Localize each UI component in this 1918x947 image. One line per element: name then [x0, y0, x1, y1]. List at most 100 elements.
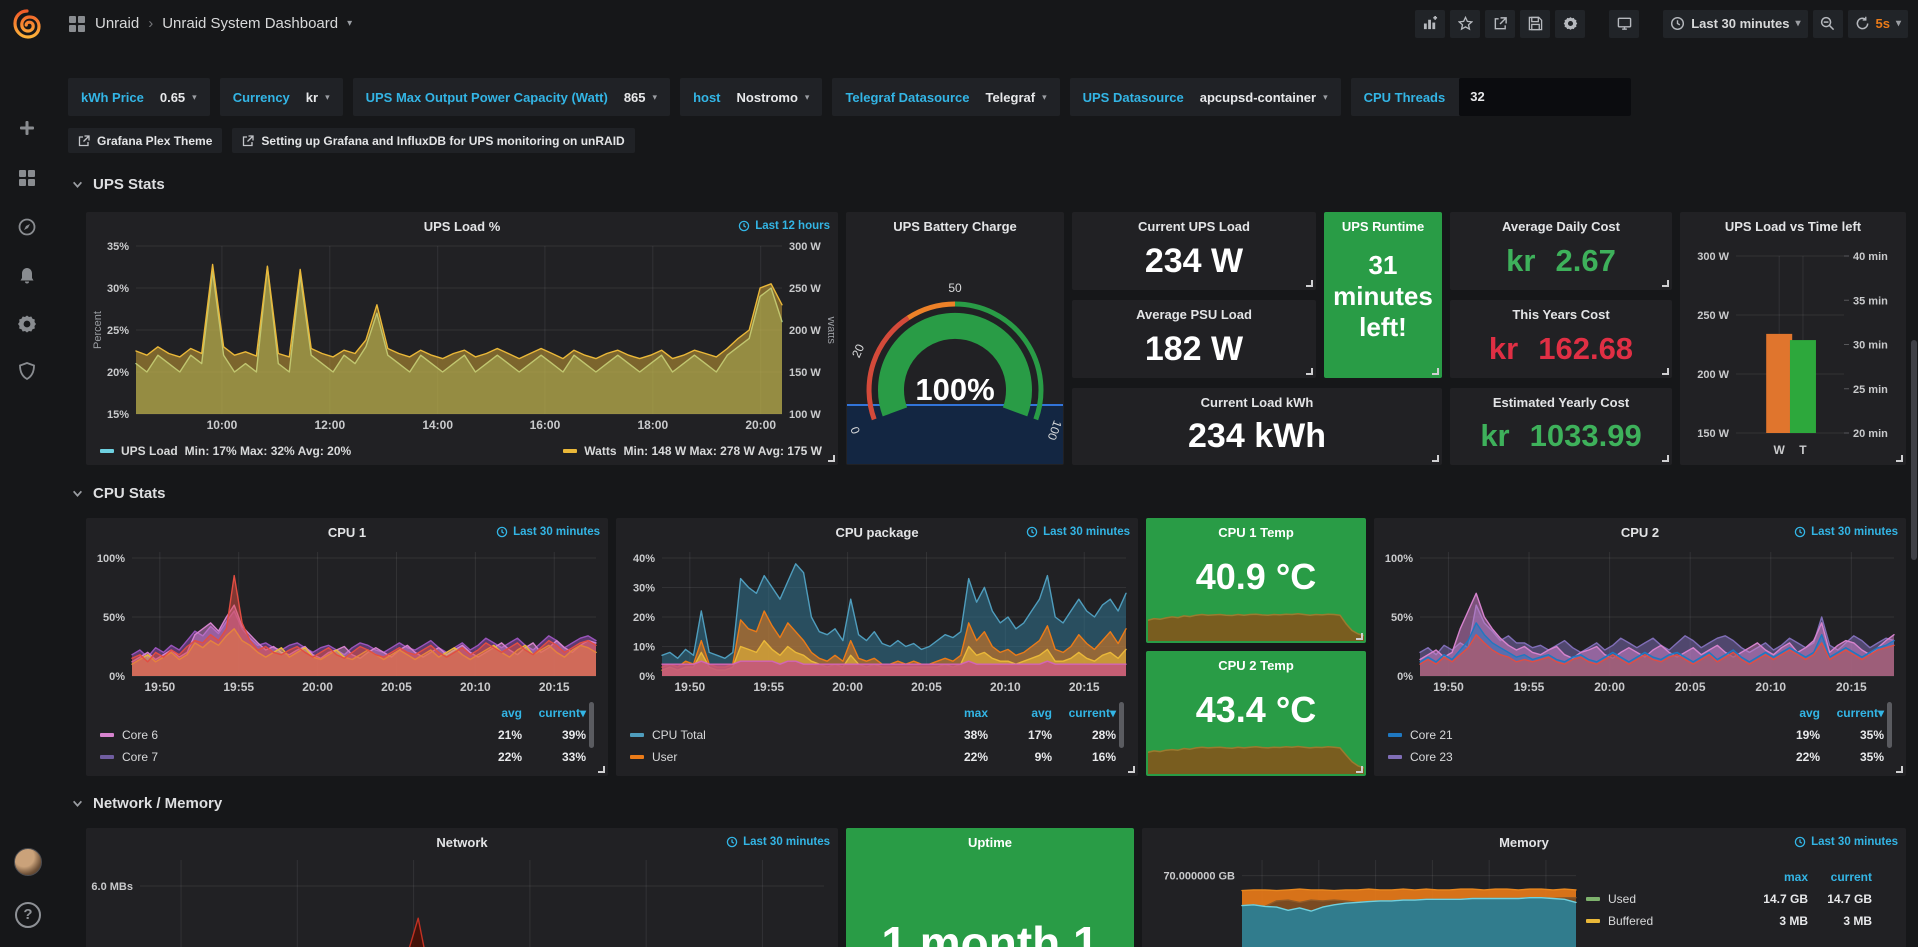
cpu1-legend: avgcurrent▾ Core 621%39%Core 722%33% [100, 702, 586, 768]
legend-row[interactable]: Used14.7 GB14.7 GB [1586, 888, 1872, 910]
panel-title[interactable]: Estimated Yearly Cost [1450, 395, 1672, 410]
panel-title[interactable]: Uptime [846, 835, 1134, 850]
panel-cpu2-temp: CPU 2 Temp 43.4 °C [1146, 651, 1366, 776]
legend-row[interactable]: CPU Total38%17%28% [630, 724, 1116, 746]
time-range-picker[interactable]: Last 30 minutes ▾ [1663, 10, 1807, 38]
legend-item[interactable]: Watts Min: 148 W Max: 278 W Avg: 175 W [563, 444, 822, 458]
create-plus-icon[interactable] [17, 118, 37, 138]
stat-value: 1 month 1 [846, 916, 1134, 947]
variable-telegraf-datasource[interactable]: Telegraf Datasource Telegraf ▾ [832, 78, 1059, 116]
panel-title[interactable]: UPS Load vs Time left [1680, 219, 1906, 234]
cycle-view-mode-button[interactable] [1609, 10, 1639, 38]
legend-row[interactable]: Core 621%39% [100, 724, 586, 746]
explore-compass-icon[interactable] [17, 217, 37, 237]
star-dashboard-button[interactable] [1450, 10, 1480, 38]
currency-symbol: kr [1506, 243, 1535, 279]
refresh-caret: ▾ [1896, 18, 1901, 29]
row-header-network-memory[interactable]: Network / Memory [72, 795, 222, 812]
svg-text:15%: 15% [107, 409, 129, 421]
breadcrumb-dashboard-title[interactable]: Unraid System Dashboard [162, 15, 338, 32]
cost-amount: 2.67 [1555, 243, 1615, 279]
svg-text:20:05: 20:05 [381, 680, 412, 694]
dashboard-links-row: Grafana Plex Theme Setting up Grafana an… [68, 128, 635, 153]
svg-text:20%: 20% [633, 612, 655, 624]
grafana-dashboard: { "topnav": { "breadcrumb": {"folder": "… [0, 0, 1918, 947]
refresh-picker[interactable]: 5s ▾ [1848, 10, 1909, 38]
legend-item[interactable]: UPS Load Min: 17% Max: 32% Avg: 20% [100, 444, 351, 458]
panel-title[interactable]: UPS Runtime [1324, 219, 1442, 234]
legend-column-header[interactable]: current [1808, 870, 1872, 884]
panel-cpu1-graph: CPU 1 Last 30 minutes 19:5019:5520:0020:… [86, 518, 608, 776]
save-dashboard-button[interactable] [1520, 10, 1550, 38]
panel-title[interactable]: CPU 2 Temp [1146, 658, 1366, 673]
memory-chart: 70.000000 GB60.000000 GB50.000000 GB [1146, 852, 1586, 947]
panel-title[interactable]: This Years Cost [1450, 307, 1672, 322]
dashboard-settings-button[interactable] [1555, 10, 1585, 38]
stat-value: 43.4 °C [1146, 689, 1366, 731]
alerting-bell-icon[interactable] [17, 266, 37, 286]
variable-ups-datasource[interactable]: UPS Datasource apcupsd-container ▾ [1070, 78, 1341, 116]
panel-title[interactable]: Memory [1142, 835, 1906, 850]
top-navbar: Unraid › Unraid System Dashboard ▾ Last … [54, 0, 1918, 47]
panel-title[interactable]: Current Load kWh [1072, 395, 1442, 410]
grafana-logo-icon[interactable] [11, 8, 43, 40]
share-dashboard-button[interactable] [1485, 10, 1515, 38]
legend-row[interactable]: Core 722%33% [100, 746, 586, 768]
svg-text:19:50: 19:50 [1433, 680, 1464, 694]
legend-row[interactable]: User22%9%16% [630, 746, 1116, 768]
legend-column-header[interactable]: max [924, 706, 988, 720]
legend-row[interactable]: Buffered3 MB3 MB [1586, 910, 1872, 932]
svg-text:100%: 100% [97, 553, 125, 565]
ups-load-legend: UPS Load Min: 17% Max: 32% Avg: 20% Watt… [100, 444, 822, 458]
panel-title[interactable]: Average Daily Cost [1450, 219, 1672, 234]
legend-label: UPS Load [121, 444, 178, 458]
user-avatar[interactable] [14, 848, 42, 876]
svg-text:W: W [1774, 443, 1786, 457]
dashboard-dropdown-caret[interactable]: ▾ [347, 18, 352, 29]
link-ups-monitoring-guide[interactable]: Setting up Grafana and InfluxDB for UPS … [232, 128, 634, 153]
variable-value[interactable]: apcupsd-container [1200, 90, 1316, 105]
variable-currency[interactable]: Currency kr ▾ [220, 78, 343, 116]
time-range-override: Last 30 minutes [726, 836, 830, 848]
panel-title[interactable]: Average PSU Load [1072, 307, 1316, 322]
variable-host[interactable]: host Nostromo ▾ [680, 78, 822, 116]
legend-column-header[interactable]: avg [988, 706, 1052, 720]
variable-value[interactable]: Nostromo [737, 90, 798, 105]
variable-value[interactable]: 865 [624, 90, 646, 105]
link-grafana-plex-theme[interactable]: Grafana Plex Theme [68, 128, 222, 153]
legend-row[interactable]: Core 2119%35% [1388, 724, 1884, 746]
legend-column-header[interactable]: current▾ [522, 706, 586, 720]
legend-column-header[interactable]: avg [1756, 706, 1820, 720]
variable-kwh-price[interactable]: kWh Price 0.65 ▾ [68, 78, 210, 116]
chevron-down-icon: ▾ [192, 92, 197, 103]
configuration-gear-icon[interactable] [17, 314, 37, 334]
variable-value[interactable]: 0.65 [160, 90, 185, 105]
breadcrumb-folder[interactable]: Unraid [95, 15, 139, 32]
row-header-ups-stats[interactable]: UPS Stats [72, 176, 165, 193]
panel-title[interactable]: UPS Load % [86, 219, 838, 234]
legend-row[interactable]: Core 2322%35% [1388, 746, 1884, 768]
server-admin-shield-icon[interactable] [17, 361, 37, 381]
dashboards-icon[interactable] [17, 168, 37, 188]
clock-icon [1670, 16, 1685, 31]
panel-title[interactable]: Current UPS Load [1072, 219, 1316, 234]
page-scrollbar[interactable] [1911, 340, 1917, 560]
svg-text:10:00: 10:00 [207, 418, 238, 432]
variable-ups-max-output[interactable]: UPS Max Output Power Capacity (Watt) 865… [353, 78, 670, 116]
row-header-cpu-stats[interactable]: CPU Stats [72, 485, 166, 502]
legend-column-header[interactable]: current▾ [1820, 706, 1884, 720]
svg-text:20:05: 20:05 [1675, 680, 1706, 694]
help-icon[interactable]: ? [15, 902, 41, 928]
panel-title[interactable]: CPU 1 Temp [1146, 525, 1366, 540]
variable-value[interactable]: Telegraf [985, 90, 1035, 105]
variable-value[interactable]: kr [306, 90, 318, 105]
cpu-threads-input[interactable]: 32 [1459, 78, 1631, 116]
legend-column-header[interactable]: avg [458, 706, 522, 720]
legend-column-header[interactable]: max [1744, 870, 1808, 884]
clock-icon [1794, 836, 1806, 848]
add-panel-button[interactable] [1415, 10, 1445, 38]
legend-swatch [100, 449, 114, 453]
zoom-out-time-button[interactable] [1813, 10, 1843, 38]
panel-title[interactable]: UPS Battery Charge [846, 219, 1064, 234]
legend-column-header[interactable]: current▾ [1052, 706, 1116, 720]
